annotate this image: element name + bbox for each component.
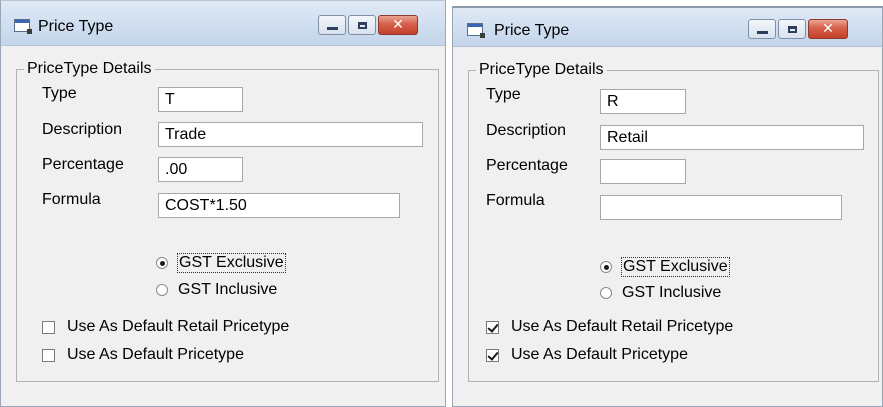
percentage-field[interactable]: .00 [158, 157, 243, 182]
minimize-icon [756, 30, 768, 34]
default-retail-pricetype-label: Use As Default Retail Pricetype [67, 318, 290, 335]
title-bar[interactable]: Price Type ✕ [1, 1, 445, 46]
description-field[interactable]: Trade [158, 122, 423, 147]
close-button[interactable]: ✕ [808, 19, 848, 39]
formula-label: Formula [486, 192, 545, 209]
maximize-icon [787, 25, 797, 33]
close-icon: ✕ [822, 21, 834, 37]
formula-field[interactable] [600, 195, 842, 220]
type-field[interactable]: T [158, 87, 243, 112]
default-pricetype-label: Use As Default Pricetype [511, 346, 688, 363]
group-legend: PriceType Details [24, 60, 155, 78]
default-pricetype-label: Use As Default Pricetype [67, 346, 244, 363]
radio-button[interactable] [156, 257, 168, 269]
title-bar[interactable]: Price Type ✕ [453, 8, 882, 47]
checkbox[interactable] [42, 348, 55, 362]
close-icon: ✕ [392, 17, 404, 33]
gst-inclusive-option[interactable]: GST Inclusive [156, 281, 277, 299]
checkbox[interactable] [486, 320, 499, 334]
pricetype-details-group: PriceType Details Type R Description Ret… [468, 61, 879, 382]
check-icon [487, 348, 499, 361]
radio-button[interactable] [600, 261, 612, 273]
checkbox[interactable] [486, 348, 499, 362]
close-button[interactable]: ✕ [378, 15, 418, 35]
minimize-button[interactable] [318, 15, 346, 35]
description-label: Description [42, 121, 123, 138]
default-retail-pricetype-label: Use As Default Retail Pricetype [511, 318, 734, 335]
formula-field[interactable]: COST*1.50 [158, 193, 400, 218]
description-field[interactable]: Retail [600, 125, 864, 150]
percentage-label: Percentage [486, 157, 568, 174]
check-icon [487, 320, 499, 333]
minimize-button[interactable] [748, 19, 776, 39]
gst-inclusive-label: GST Inclusive [622, 284, 722, 301]
gst-exclusive-label: GST Exclusive [177, 253, 286, 273]
maximize-button[interactable] [348, 15, 376, 35]
gst-exclusive-option[interactable]: GST Exclusive [156, 253, 286, 273]
group-legend: PriceType Details [476, 61, 607, 79]
default-retail-pricetype-option[interactable]: Use As Default Retail Pricetype [486, 318, 733, 336]
window-title: Price Type [38, 18, 114, 35]
app-window-icon [14, 19, 32, 34]
maximize-icon [357, 21, 367, 29]
default-pricetype-option[interactable]: Use As Default Pricetype [486, 346, 688, 364]
description-label: Description [486, 122, 567, 139]
checkbox[interactable] [42, 320, 55, 334]
radio-button[interactable] [600, 287, 612, 299]
app-window-icon [467, 23, 485, 38]
default-retail-pricetype-option[interactable]: Use As Default Retail Pricetype [42, 318, 289, 336]
percentage-label: Percentage [42, 156, 124, 173]
gst-inclusive-option[interactable]: GST Inclusive [600, 284, 721, 302]
gst-exclusive-label: GST Exclusive [621, 257, 730, 277]
minimize-icon [326, 26, 338, 30]
price-type-window-trade: Price Type ✕ PriceType Details Type T De… [0, 0, 446, 407]
type-label: Type [486, 86, 521, 103]
price-type-window-retail: Price Type ✕ PriceType Details Type R De… [452, 6, 883, 407]
formula-label: Formula [42, 191, 101, 208]
radio-button[interactable] [156, 284, 168, 296]
percentage-field[interactable] [600, 159, 686, 184]
maximize-button[interactable] [778, 19, 806, 39]
type-label: Type [42, 85, 77, 102]
type-field[interactable]: R [600, 89, 686, 114]
gst-inclusive-label: GST Inclusive [178, 281, 278, 298]
default-pricetype-option[interactable]: Use As Default Pricetype [42, 346, 244, 364]
gst-exclusive-option[interactable]: GST Exclusive [600, 257, 730, 277]
pricetype-details-group: PriceType Details Type T Description Tra… [16, 60, 439, 382]
window-title: Price Type [494, 22, 570, 39]
